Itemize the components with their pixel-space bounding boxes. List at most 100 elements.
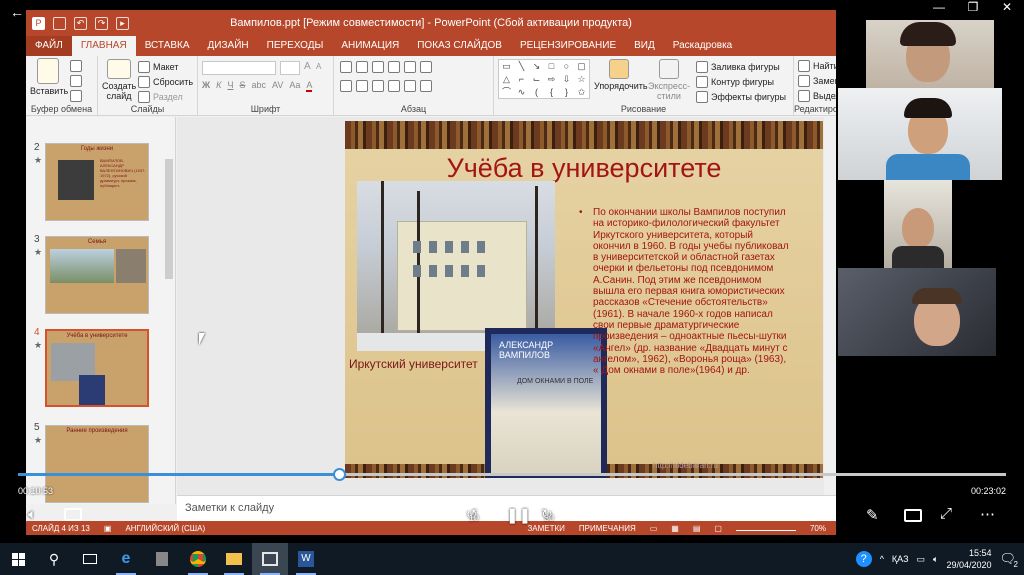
- tab-home[interactable]: ГЛАВНАЯ: [71, 36, 136, 56]
- section-button[interactable]: Раздел: [138, 89, 193, 104]
- slide-thumbnail-3[interactable]: Семья: [45, 236, 149, 314]
- change-case-button[interactable]: Aa: [289, 80, 300, 92]
- video-seek-bar[interactable]: [18, 468, 1006, 481]
- notes-toggle[interactable]: ЗАМЕТКИ: [527, 524, 564, 533]
- font-color-button[interactable]: A: [306, 80, 313, 92]
- participant-video-1[interactable]: [866, 20, 994, 88]
- volume-icon[interactable]: 🔈︎: [28, 506, 37, 523]
- justify-icon[interactable]: [388, 80, 400, 92]
- thumbnails-scrollbar[interactable]: [163, 119, 175, 504]
- char-spacing-button[interactable]: AV: [272, 80, 283, 92]
- left-bracket-shape-icon[interactable]: (: [529, 86, 544, 99]
- sorter-view-icon[interactable]: ▦: [671, 524, 679, 533]
- normal-view-icon[interactable]: ▭: [650, 524, 658, 533]
- align-right-icon[interactable]: [372, 80, 384, 92]
- canvas-scrollbar[interactable]: [824, 117, 836, 495]
- new-slide-button[interactable]: Создать слайд: [102, 59, 136, 101]
- taskbar-explorer[interactable]: [216, 543, 252, 575]
- replace-button[interactable]: Заменить: [798, 73, 836, 88]
- taskbar-calculator[interactable]: [144, 543, 180, 575]
- thumbnails-scrollbar-thumb[interactable]: [165, 159, 173, 279]
- reading-view-icon[interactable]: ▤: [693, 524, 701, 533]
- slide-thumbnail-2[interactable]: Годы жизни ВАМПИЛОВ, АЛЕКСАНДР ВАЛЕНТИНО…: [45, 143, 149, 221]
- grow-font-button[interactable]: A: [304, 61, 311, 72]
- taskbar-edge[interactable]: e: [108, 543, 144, 575]
- italic-button[interactable]: К: [216, 80, 221, 92]
- photo-caption[interactable]: Иркутский университет: [349, 357, 478, 371]
- zoom-level[interactable]: 70%: [810, 524, 826, 533]
- format-painter-icon[interactable]: [70, 90, 82, 102]
- find-button[interactable]: Найти: [798, 58, 836, 73]
- arrow-shape-icon[interactable]: ↘: [529, 60, 544, 73]
- bullets-icon[interactable]: [340, 61, 352, 73]
- minimize-button[interactable]: —: [922, 0, 956, 14]
- book-cover[interactable]: АЛЕКСАНДР ВАМПИЛОВ ДОМ ОКНАМИ В ПОЛЕ: [485, 328, 607, 478]
- shadow-button[interactable]: abc: [251, 80, 266, 92]
- participant-video-4[interactable]: [838, 268, 996, 356]
- pen-edit-icon[interactable]: ✎: [866, 506, 879, 524]
- subtitles-icon[interactable]: [64, 508, 82, 521]
- shrink-font-button[interactable]: A: [316, 62, 321, 71]
- help-icon[interactable]: ?: [855, 551, 872, 567]
- taskview-button[interactable]: [72, 543, 108, 575]
- tab-slideshow[interactable]: ПОКАЗ СЛАЙДОВ: [408, 36, 511, 56]
- tab-review[interactable]: РЕЦЕНЗИРОВАНИЕ: [511, 36, 625, 56]
- font-size-select[interactable]: [280, 61, 300, 75]
- shape-effects-button[interactable]: Эффекты фигуры: [696, 89, 786, 104]
- star5-shape-icon[interactable]: ✩: [574, 86, 589, 99]
- fullscreen-icon[interactable]: ⤢: [940, 505, 952, 522]
- taskbar-chrome[interactable]: [180, 543, 216, 575]
- show-hidden-icons[interactable]: ^: [880, 554, 884, 564]
- spellcheck-icon[interactable]: ▣: [104, 524, 112, 533]
- line-shape-icon[interactable]: ╲: [514, 60, 529, 73]
- tab-animations[interactable]: АНИМАЦИЯ: [332, 36, 408, 56]
- language-indicator[interactable]: АНГЛИЙСКИЙ (США): [125, 524, 205, 533]
- copy-icon[interactable]: [70, 75, 82, 87]
- numbering-icon[interactable]: [356, 61, 368, 73]
- taskbar-video-player[interactable]: [252, 543, 288, 575]
- elbow-shape-icon[interactable]: ⌐: [514, 73, 529, 86]
- star-shape-icon[interactable]: ☆: [574, 73, 589, 86]
- tab-view[interactable]: ВИД: [625, 36, 664, 56]
- shapes-gallery[interactable]: ▭ ╲ ↘ □ ○ ▢ △ ⌐ ⌙ ⇨ ⇩ ☆ ⌒ ∿({} ✩: [498, 59, 590, 99]
- tab-transitions[interactable]: ПЕРЕХОДЫ: [258, 36, 333, 56]
- paste-button[interactable]: Вставить: [30, 58, 68, 96]
- layout-button[interactable]: Макет: [138, 59, 193, 74]
- right-brace-shape-icon[interactable]: }: [559, 86, 574, 99]
- tab-design[interactable]: ДИЗАЙН: [199, 36, 258, 56]
- select-button[interactable]: Выделить: [798, 88, 836, 103]
- tab-insert[interactable]: ВСТАВКА: [136, 36, 199, 56]
- slide-thumbnail-4[interactable]: Учёба в университете: [45, 329, 149, 407]
- video-seek-handle[interactable]: [333, 468, 347, 481]
- align-left-icon[interactable]: [340, 80, 352, 92]
- quick-styles-button[interactable]: Экспресс-стили: [644, 59, 694, 101]
- text-direction-icon[interactable]: [420, 61, 432, 73]
- volume-tray-icon[interactable]: 🔈︎: [933, 554, 938, 565]
- pause-button[interactable]: ❚❚: [506, 506, 531, 524]
- maximize-button[interactable]: ❐: [956, 0, 990, 14]
- slideshow-view-icon[interactable]: ▢: [714, 524, 722, 533]
- decrease-indent-icon[interactable]: [372, 61, 384, 73]
- participant-video-2[interactable]: [838, 88, 1002, 180]
- font-name-select[interactable]: [202, 61, 276, 75]
- strikethrough-button[interactable]: S: [239, 80, 245, 92]
- tab-storyboard[interactable]: Раскадровка: [664, 36, 741, 56]
- columns-icon[interactable]: [404, 80, 416, 92]
- search-button[interactable]: ⚲: [36, 543, 72, 575]
- university-photo[interactable]: [357, 181, 555, 351]
- curve-shape-icon[interactable]: ⌒: [499, 86, 514, 99]
- align-center-icon[interactable]: [356, 80, 368, 92]
- shape-fill-button[interactable]: Заливка фигуры: [696, 59, 786, 74]
- notification-center-button[interactable]: 🗨︎ 2: [999, 551, 1018, 569]
- align-text-icon[interactable]: [420, 80, 432, 92]
- skip-forward-button[interactable]: ↻ 30: [541, 506, 554, 523]
- down-arrow-shape-icon[interactable]: ⇩: [559, 73, 574, 86]
- more-options-icon[interactable]: ⋯: [980, 505, 995, 523]
- line-spacing-icon[interactable]: [404, 61, 416, 73]
- slide[interactable]: Учёба в университете Иркутский университ…: [345, 121, 823, 478]
- slide-thumbnail-5[interactable]: Ранние произведения: [45, 425, 149, 503]
- tab-file[interactable]: ФАЙЛ: [26, 36, 72, 56]
- wave-shape-icon[interactable]: ∿: [514, 86, 529, 99]
- connector-shape-icon[interactable]: ⌙: [529, 73, 544, 86]
- close-button[interactable]: ✕: [990, 0, 1024, 14]
